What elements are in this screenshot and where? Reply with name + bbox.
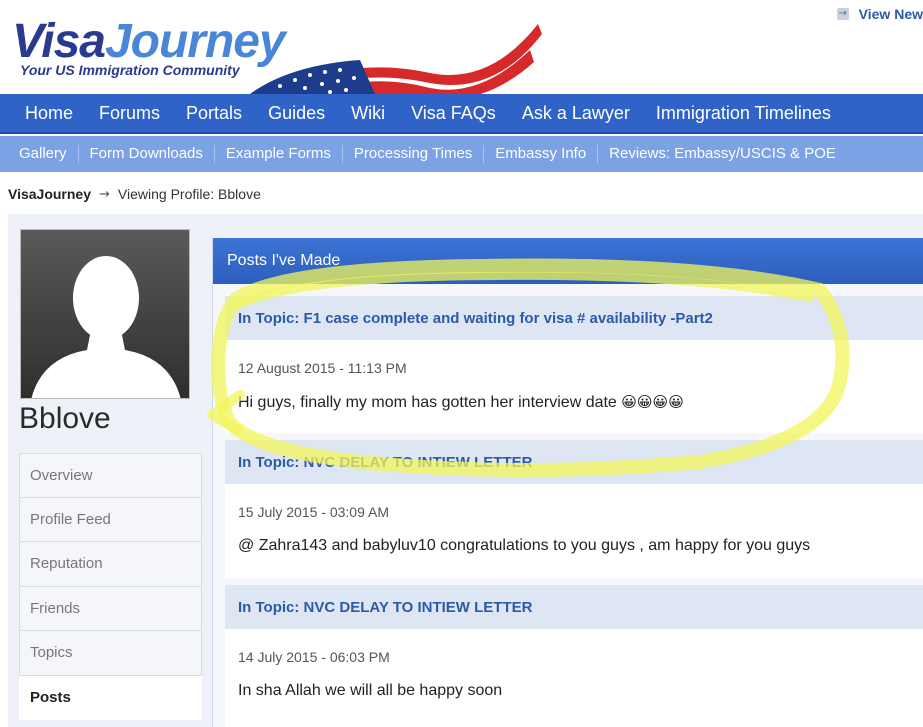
nav-portals[interactable]: Portals [173,103,255,124]
post-body: Hi guys, finally my mom has gotten her i… [225,393,923,412]
profile-menu-overview[interactable]: Overview [19,453,202,498]
nav-visa-faqs[interactable]: Visa FAQs [398,103,509,124]
breadcrumb-current: Viewing Profile: Bblove [117,186,261,202]
breadcrumb-home[interactable]: VisaJourney [8,186,91,202]
post-text: Hi guys, finally my mom has gotten her i… [238,394,617,411]
profile-menu-reputation[interactable]: Reputation [19,542,202,587]
nav-ask-a-lawyer[interactable]: Ask a Lawyer [509,103,643,124]
smiley-icon: 😀😀😀😀 [621,393,684,411]
post-item: In Topic: NVC DELAY TO INTIEW LETTER 14 … [225,585,923,727]
site-logo[interactable]: VisaJourney [12,15,286,68]
post-body: @ Zahra143 and babyluv10 congratulations… [238,537,811,554]
post-topic-link[interactable]: In Topic: F1 case complete and waiting f… [225,296,923,340]
posts-panel-title: Posts I've Made [213,238,923,284]
subnav-example-forms[interactable]: Example Forms [215,145,343,163]
default-avatar-silhouette [31,256,181,398]
subnav-reviews[interactable]: Reviews: Embassy/USCIS & POE [598,145,847,163]
profile-menu-topics[interactable]: Topics [19,631,202,676]
post-topic-link[interactable]: In Topic: NVC DELAY TO INTIEW LETTER [225,440,923,484]
logo-journey-text: Journey [104,15,286,68]
subnav-processing-times[interactable]: Processing Times [343,145,485,163]
subnav-form-downloads[interactable]: Form Downloads [79,145,215,163]
post-date: 15 July 2015 - 03:09 AM [238,504,389,520]
subnav-embassy-info[interactable]: Embassy Info [484,145,599,163]
view-new-label: View New [858,6,923,22]
post-item: In Topic: NVC DELAY TO INTIEW LETTER 15 … [225,440,923,578]
post-date: 12 August 2015 - 11:13 PM [238,360,407,376]
profile-menu-posts[interactable]: Posts [19,675,202,720]
post-item: In Topic: F1 case complete and waiting f… [225,296,923,433]
us-flag-graphic [250,15,550,94]
breadcrumb-arrow-icon: → [99,186,110,202]
breadcrumb: VisaJourney → Viewing Profile: Bblove [8,186,261,202]
primary-nav: Home Forums Portals Guides Wiki Visa FAQ… [0,94,923,134]
site-header: VisaJourney Your US Immigration Communit… [0,0,923,94]
posts-panel: Posts I've Made In Topic: F1 case comple… [212,238,923,727]
nav-guides[interactable]: Guides [255,103,338,124]
nav-immigration-timelines[interactable]: Immigration Timelines [643,103,844,124]
post-body: In sha Allah we will all be happy soon [238,682,503,699]
nav-home[interactable]: Home [12,103,86,124]
nav-wiki[interactable]: Wiki [338,103,398,124]
nav-forums[interactable]: Forums [86,103,173,124]
profile-name: Bblove [19,402,111,435]
secondary-nav: Gallery Form Downloads Example Forms Pro… [0,136,923,172]
profile-menu-friends[interactable]: Friends [19,586,202,631]
arrow-right-icon: → [836,8,849,20]
profile-menu: Overview Profile Feed Reputation Friends… [19,453,202,720]
profile-menu-profile-feed[interactable]: Profile Feed [19,497,202,542]
post-date: 14 July 2015 - 06:03 PM [238,649,390,665]
view-new-link[interactable]: → View New [836,6,923,22]
post-topic-link[interactable]: In Topic: NVC DELAY TO INTIEW LETTER [225,585,923,629]
site-tagline: Your US Immigration Community [20,62,240,78]
subnav-gallery[interactable]: Gallery [8,145,79,163]
logo-visa-text: Visa [12,15,106,68]
profile-avatar[interactable] [20,229,190,399]
